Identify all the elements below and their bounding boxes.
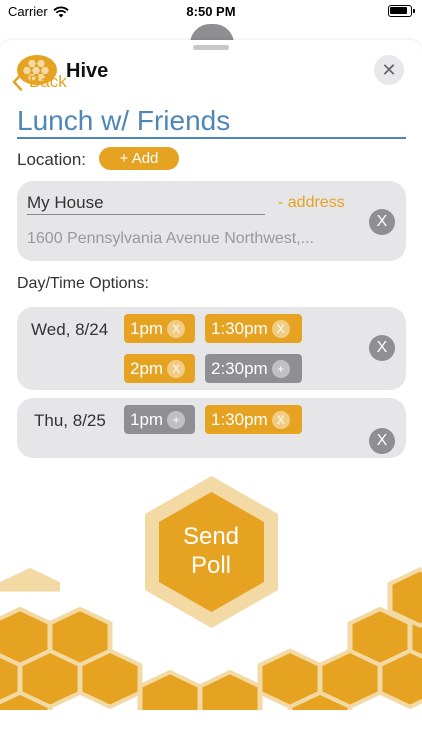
time-slot-pill[interactable]: 2pm X — [124, 354, 195, 383]
remove-day-button[interactable]: X — [369, 335, 395, 361]
chevron-left-icon — [12, 73, 23, 91]
sheet-grabber[interactable] — [193, 45, 229, 50]
remove-time-icon[interactable]: X — [271, 410, 290, 429]
day-label: Thu, 8/25 — [34, 411, 106, 430]
location-label: Location: — [17, 150, 86, 169]
day-option-card: Thu, 8/25 1pm + 1:30pm X X — [17, 398, 406, 458]
send-poll-label: Send Poll — [160, 522, 262, 580]
day-label: Wed, 8/24 — [31, 320, 109, 339]
time-slot-pill[interactable]: 1:30pm X — [205, 405, 302, 434]
app-title: Hive — [66, 60, 109, 82]
add-location-button[interactable]: + Add — [99, 147, 179, 170]
time-slot-pill[interactable]: 1:30pm X — [205, 314, 302, 343]
location-card: My House - address 1600 Pennsylvania Ave… — [17, 181, 406, 261]
add-time-icon[interactable]: + — [271, 359, 290, 378]
location-name-field[interactable]: My House — [27, 193, 265, 215]
day-option-card: Wed, 8/24 1pm X 1:30pm X 2pm X 2:30pm + … — [17, 307, 406, 390]
back-label: Back — [29, 72, 67, 91]
time-slot-pill[interactable]: 1pm + — [124, 405, 195, 434]
remove-time-icon[interactable]: X — [271, 319, 290, 338]
battery-icon — [388, 5, 415, 17]
status-bar: Carrier 8:50 PM — [0, 0, 422, 24]
remove-time-icon[interactable]: X — [167, 319, 186, 338]
time-slot-label: 1:30pm — [211, 318, 268, 338]
remove-day-button[interactable]: X — [369, 428, 395, 454]
close-button[interactable]: ✕ — [374, 55, 404, 85]
send-label-line1: Send — [182, 523, 240, 550]
time-slot-label: 1pm — [130, 318, 164, 338]
remove-location-button[interactable]: X — [369, 209, 395, 235]
event-title-field[interactable]: Lunch w/ Friends — [17, 103, 406, 139]
time-slot-pill[interactable]: 1pm X — [124, 314, 195, 343]
location-address-field[interactable]: 1600 Pennsylvania Avenue Northwest,... — [27, 230, 357, 248]
day-time-label: Day/Time Options: — [17, 275, 149, 292]
time-slot-label: 1pm — [130, 409, 164, 429]
status-time: 8:50 PM — [186, 4, 236, 19]
back-button[interactable]: Back — [12, 72, 67, 92]
time-slot-label: 2pm — [130, 358, 164, 378]
time-slot-label: 1:30pm — [211, 409, 268, 429]
time-slot-pill[interactable]: 2:30pm + — [205, 354, 302, 383]
send-label-line2: Poll — [190, 552, 232, 579]
toggle-address-button[interactable]: - address — [278, 194, 345, 212]
remove-time-icon[interactable]: X — [167, 359, 186, 378]
add-time-icon[interactable]: + — [167, 410, 186, 429]
time-slot-label: 2:30pm — [211, 358, 268, 378]
